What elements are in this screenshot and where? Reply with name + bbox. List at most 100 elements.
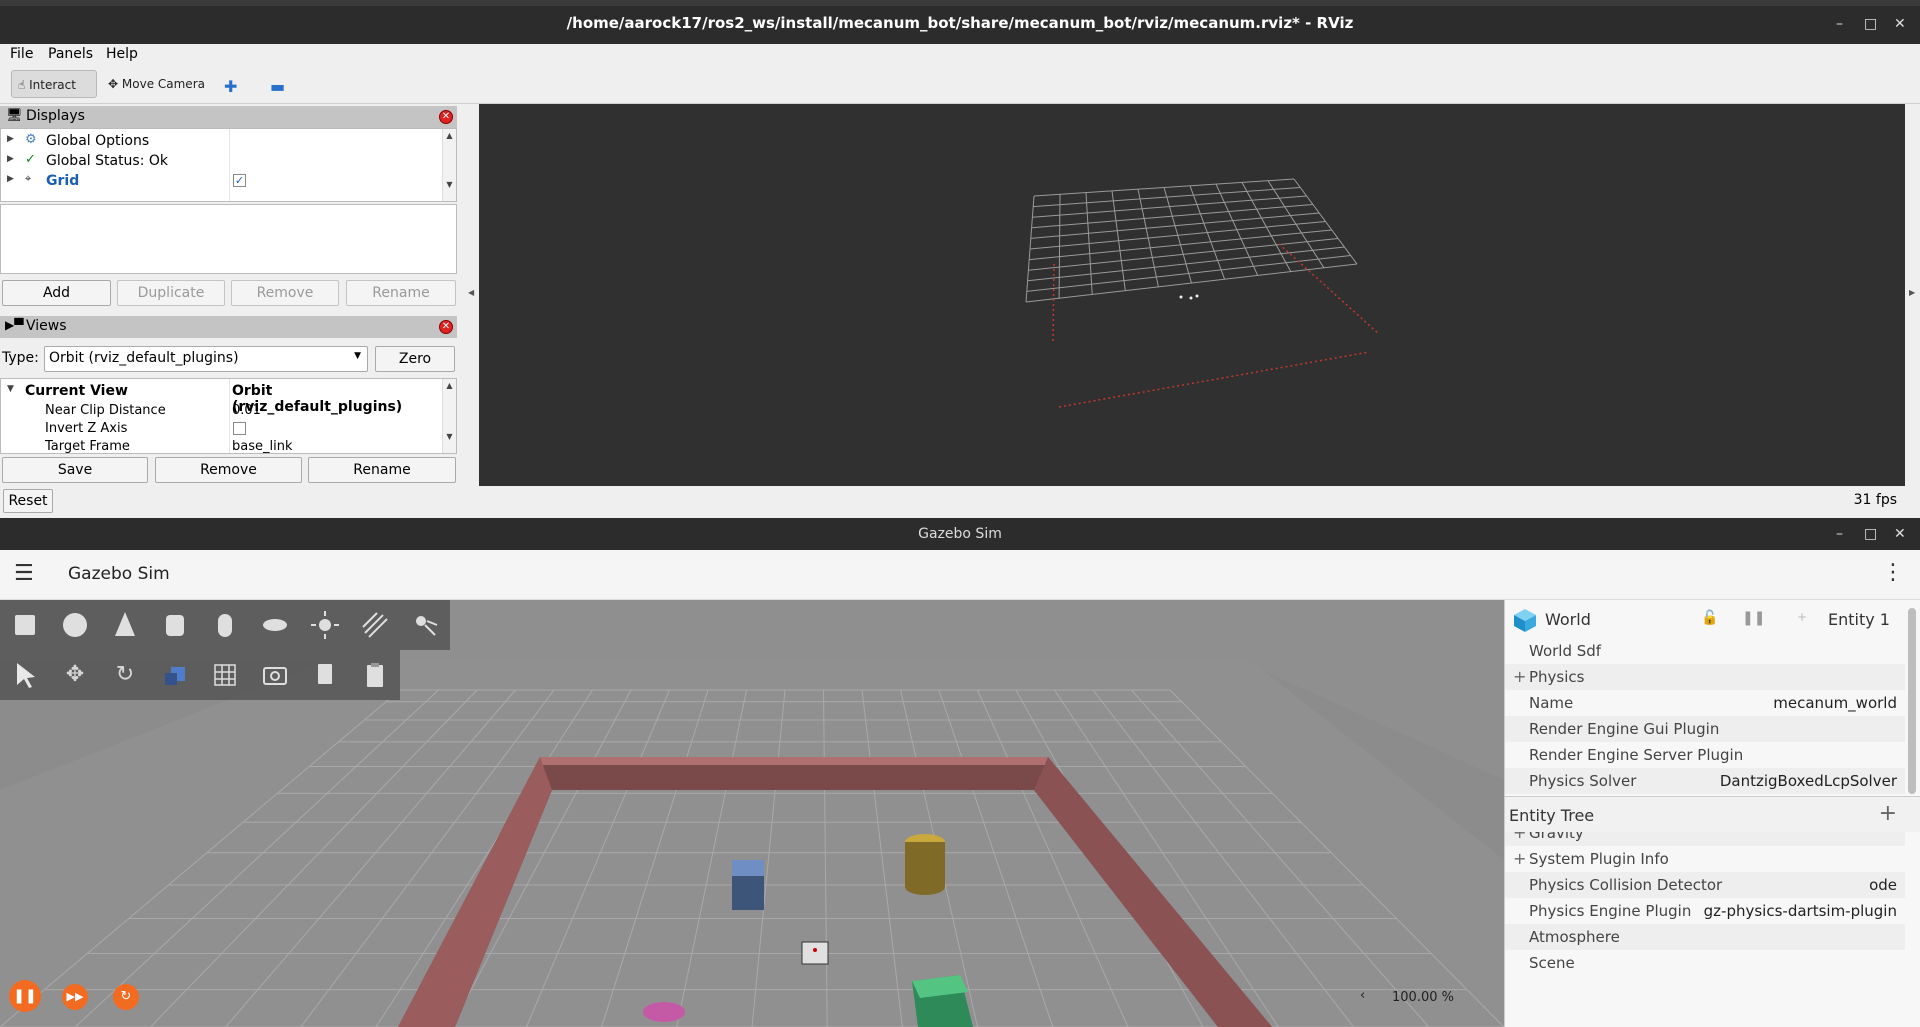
point-light-icon[interactable] bbox=[303, 603, 347, 647]
rviz-menubar: File Panels Help bbox=[0, 44, 1920, 66]
close-icon[interactable]: ✕ bbox=[1894, 16, 1906, 32]
view-angle-icon[interactable] bbox=[153, 653, 197, 697]
component-row[interactable]: Scene bbox=[1505, 950, 1905, 976]
expand-plus-icon[interactable]: + bbox=[1513, 849, 1526, 868]
tree-row-target-frame[interactable]: Target Frame base_link bbox=[1, 437, 442, 453]
menu-panels[interactable]: Panels bbox=[48, 46, 93, 62]
cylinder-icon[interactable] bbox=[153, 603, 197, 647]
component-row[interactable]: Atmosphere bbox=[1505, 924, 1905, 950]
component-row[interactable]: Physics Engine Plugin gz-physics-dartsim-… bbox=[1505, 898, 1905, 924]
directional-light-icon[interactable] bbox=[353, 603, 397, 647]
collapse-left-icon[interactable]: ◀ bbox=[468, 288, 474, 297]
grid-checkbox[interactable]: ✓ bbox=[233, 174, 246, 187]
component-row[interactable]: Render Engine Gui Plugin bbox=[1505, 716, 1905, 742]
rtf-collapse-icon[interactable]: ‹ bbox=[1360, 988, 1365, 1003]
tree-value[interactable]: base_link bbox=[232, 439, 292, 453]
collapse-right-icon[interactable]: ▶ bbox=[1909, 288, 1915, 297]
reset-simulation-button[interactable]: ↻ bbox=[113, 984, 139, 1010]
lock-icon[interactable]: 🔓 bbox=[1701, 610, 1718, 626]
add-component-icon[interactable]: + bbox=[1797, 610, 1807, 624]
component-row[interactable]: Physics Collision Detector ode bbox=[1505, 872, 1905, 898]
tree-row-current-view[interactable]: ▼ Current View Orbit (rviz_default_plugi… bbox=[1, 381, 442, 415]
rename-view-button[interactable]: Rename bbox=[308, 457, 456, 483]
paste-icon[interactable] bbox=[353, 653, 397, 697]
shape-toolbar bbox=[0, 600, 450, 650]
zero-button[interactable]: Zero bbox=[375, 346, 455, 372]
expand-arrow-icon[interactable]: ▶ bbox=[7, 154, 14, 164]
close-icon[interactable]: ✕ bbox=[1894, 526, 1906, 542]
inspector-header: World 🔓 ❚❚ + Entity 1 bbox=[1505, 600, 1905, 638]
rviz-3d-viewport[interactable] bbox=[479, 104, 1905, 486]
ellipsoid-icon[interactable] bbox=[253, 603, 297, 647]
tree-row-near-clip[interactable]: Near Clip Distance 0.01 bbox=[1, 401, 442, 421]
component-row[interactable]: + Physics bbox=[1505, 664, 1905, 690]
rename-button[interactable]: Rename bbox=[346, 280, 456, 306]
spot-light-icon[interactable] bbox=[403, 603, 447, 647]
interact-button[interactable]: ☝ Interact bbox=[11, 70, 97, 98]
view-type-select[interactable]: Orbit (rviz_default_plugins) ▼ bbox=[44, 346, 368, 372]
select-arrow-icon[interactable] bbox=[3, 653, 47, 697]
more-options-icon[interactable]: ⋮ bbox=[1882, 560, 1904, 585]
box-icon[interactable] bbox=[3, 603, 47, 647]
right-splitter[interactable]: ▶ bbox=[1905, 104, 1920, 486]
splitter[interactable]: ◀ bbox=[464, 104, 479, 486]
tree-row-global-options[interactable]: ▶ ⚙ Global Options bbox=[1, 131, 442, 151]
gazebo-component-inspector: World 🔓 ❚❚ + Entity 1 World Sdf + Physics N… bbox=[1504, 600, 1920, 1027]
sphere-icon[interactable] bbox=[53, 603, 97, 647]
tree-row-grid[interactable]: ▶ ⌖ Grid ✓ bbox=[1, 171, 442, 191]
gazebo-3d-scene[interactable]: ✥ ↻ ❚❚ ▶▶ ↻ ‹ 100.00 % bbox=[0, 600, 1504, 1027]
translate-icon[interactable]: ✥ bbox=[53, 653, 97, 697]
displays-scrollbar[interactable]: ▲ ▼ bbox=[442, 129, 456, 201]
maximize-icon[interactable]: □ bbox=[1864, 526, 1877, 542]
component-label: Physics Solver bbox=[1529, 772, 1637, 790]
remove-tool-icon[interactable]: ▬ bbox=[264, 70, 291, 98]
expand-arrow-icon[interactable]: ▶ bbox=[7, 174, 14, 184]
remove-view-button[interactable]: Remove bbox=[155, 457, 302, 483]
rotate-icon[interactable]: ↻ bbox=[103, 653, 147, 697]
add-button[interactable]: Add bbox=[2, 280, 111, 306]
tree-row-invert-z[interactable]: Invert Z Axis bbox=[1, 419, 442, 439]
component-row[interactable]: Physics Solver DantzigBoxedLcpSolver bbox=[1505, 768, 1905, 794]
transform-toolbar: ✥ ↻ bbox=[0, 650, 400, 700]
maximize-icon[interactable]: □ bbox=[1864, 16, 1877, 32]
grid-config-icon[interactable] bbox=[203, 653, 247, 697]
duplicate-button[interactable]: Duplicate bbox=[117, 280, 225, 306]
capsule-icon[interactable] bbox=[203, 603, 247, 647]
add-entity-icon[interactable]: + bbox=[1879, 801, 1897, 826]
tree-value[interactable]: 0.01 bbox=[232, 403, 261, 418]
invert-z-checkbox[interactable] bbox=[233, 422, 246, 435]
hamburger-menu-icon[interactable]: ☰ bbox=[14, 561, 34, 586]
step-button[interactable]: ▶▶ bbox=[62, 984, 88, 1010]
cone-icon[interactable] bbox=[103, 603, 147, 647]
views-scrollbar[interactable]: ▲ ▼ bbox=[442, 379, 456, 453]
menu-help[interactable]: Help bbox=[106, 46, 138, 62]
component-row[interactable]: + System Plugin Info bbox=[1505, 846, 1905, 872]
component-row[interactable]: Name mecanum_world bbox=[1505, 690, 1905, 716]
remove-button[interactable]: Remove bbox=[231, 280, 339, 306]
tree-row-global-status[interactable]: ▶ ✓ Global Status: Ok bbox=[1, 151, 442, 171]
component-row[interactable]: Render Engine Server Plugin bbox=[1505, 742, 1905, 768]
move-camera-button[interactable]: ✥ Move Camera bbox=[102, 70, 211, 98]
close-panel-icon[interactable]: ✕ bbox=[439, 320, 453, 334]
minimize-icon[interactable]: – bbox=[1836, 16, 1843, 32]
save-view-button[interactable]: Save bbox=[2, 457, 148, 483]
copy-icon[interactable] bbox=[303, 653, 347, 697]
move-camera-label: Move Camera bbox=[121, 77, 205, 91]
collapse-arrow-icon[interactable]: ▼ bbox=[7, 384, 14, 394]
add-tool-icon[interactable]: ✚ bbox=[218, 70, 243, 98]
inspector-scrollbar[interactable] bbox=[1904, 600, 1920, 800]
component-row[interactable]: World Sdf bbox=[1505, 638, 1905, 664]
camera-screenshot-icon[interactable] bbox=[253, 653, 297, 697]
component-value: mecanum_world bbox=[1773, 694, 1897, 712]
minimize-icon[interactable]: – bbox=[1836, 526, 1843, 542]
expand-arrow-icon[interactable]: ▶ bbox=[7, 134, 14, 144]
type-label: Type: bbox=[2, 350, 39, 366]
pause-updates-icon[interactable]: ❚❚ bbox=[1742, 610, 1765, 626]
close-panel-icon[interactable]: ✕ bbox=[439, 110, 453, 124]
expand-plus-icon[interactable]: + bbox=[1513, 667, 1526, 686]
reset-button[interactable]: Reset bbox=[3, 489, 53, 513]
menu-file[interactable]: File bbox=[10, 46, 33, 62]
entity-tree-header: Entity Tree + bbox=[1505, 796, 1920, 832]
pause-button[interactable]: ❚❚ bbox=[9, 980, 41, 1012]
component-label: Physics Collision Detector bbox=[1529, 876, 1723, 894]
